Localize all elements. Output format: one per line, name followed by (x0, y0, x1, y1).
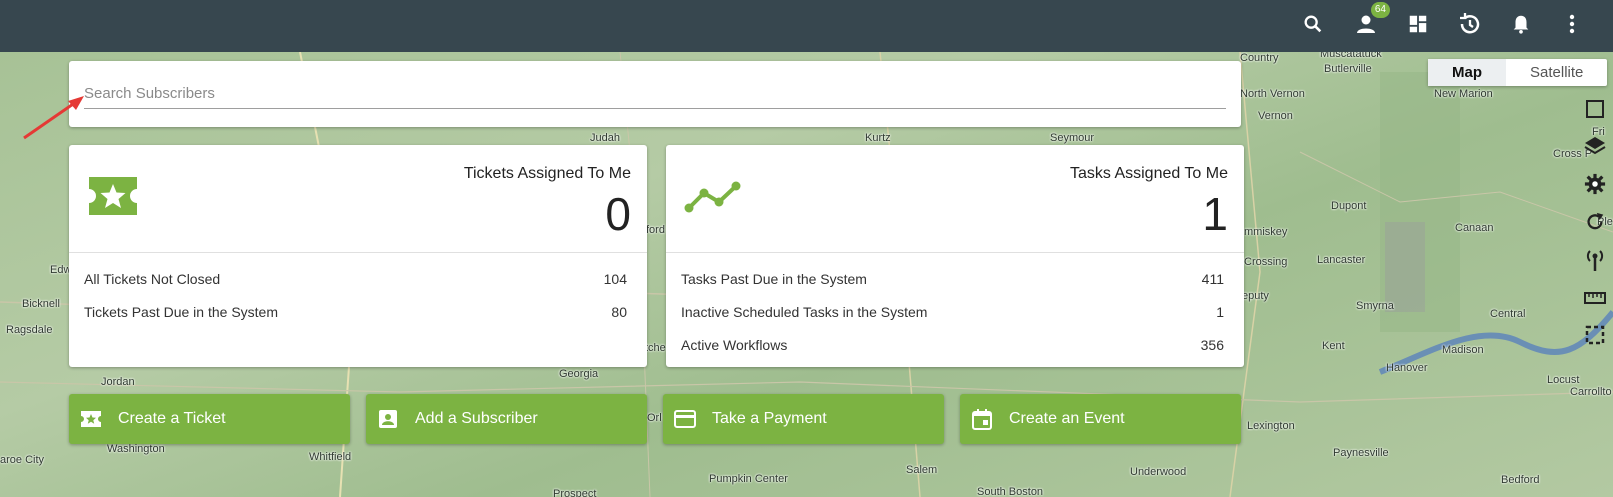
refresh-icon[interactable] (1582, 209, 1608, 235)
take-payment-button[interactable]: Take a Payment (663, 394, 944, 444)
stat-row[interactable]: Active Workflows 356 (666, 329, 1244, 362)
map-place-label: tche (645, 342, 666, 354)
map-place-label: Kent (1322, 340, 1345, 352)
map-place-label: aroe City (0, 454, 45, 466)
map-place-label: Hanover (1386, 362, 1428, 374)
map-place-label: Vernon (1258, 110, 1293, 122)
stat-row-label: All Tickets Not Closed (84, 271, 221, 287)
map-place-label: Washington (107, 443, 165, 455)
settings-icon[interactable] (1582, 171, 1608, 197)
history-icon[interactable] (1456, 10, 1484, 38)
map-place-label: ford (646, 224, 665, 236)
search-card (69, 61, 1241, 127)
map-place-label: Bedford (1501, 474, 1540, 486)
map-place-label: Pumpkin Center (709, 473, 788, 485)
search-input[interactable] (84, 79, 1226, 109)
select-area-icon[interactable] (1582, 322, 1608, 348)
account-icon[interactable]: 64 (1352, 2, 1390, 38)
map-place-label: Madison (1442, 344, 1484, 356)
map-place-label: Central (1490, 308, 1526, 320)
map-place-label: mmiskey (1244, 226, 1288, 238)
stat-row[interactable]: Tickets Past Due in the System 80 (69, 296, 647, 329)
tickets-assigned-count[interactable]: 0 (605, 187, 631, 241)
map-place-label: Smyrna (1356, 300, 1394, 312)
map-place-label: Prospect (553, 488, 597, 497)
stat-row[interactable]: All Tickets Not Closed 104 (69, 263, 647, 296)
map-place-label: Paynesville (1333, 447, 1389, 459)
ticket-star-icon (87, 175, 139, 222)
tasks-assigned-count[interactable]: 1 (1202, 187, 1228, 241)
antenna-icon[interactable] (1582, 247, 1608, 273)
map-type-map-button[interactable]: Map (1428, 59, 1506, 86)
tasks-card-title: Tasks Assigned To Me (1069, 165, 1228, 182)
bell-icon[interactable] (1507, 10, 1535, 38)
map-place-label: Salem (906, 464, 938, 476)
map-place-label: Orl (647, 412, 662, 424)
stat-row-value: 356 (1200, 337, 1224, 353)
stat-row-value: 1 (1216, 304, 1224, 320)
more-vert-icon[interactable] (1558, 10, 1586, 38)
stat-row[interactable]: Inactive Scheduled Tasks in the System 1 (666, 296, 1244, 329)
annotation-arrow (23, 96, 84, 140)
stat-row-label: Inactive Scheduled Tasks in the System (681, 304, 928, 320)
map-place-label: Whitfield (309, 451, 352, 463)
map-place-label: Jordan (101, 376, 135, 388)
calendar-icon (970, 407, 994, 431)
dashboard-icon[interactable] (1404, 10, 1432, 38)
map-place-label: Kurtz (865, 132, 891, 144)
stat-row-label: Tasks Past Due in the System (681, 271, 867, 287)
map-place-label: New Marion (1434, 88, 1493, 100)
map-place-label: Georgia (559, 368, 599, 380)
trending-line-icon (684, 181, 742, 218)
map-place-label: Crossing (1244, 256, 1288, 268)
add-subscriber-button[interactable]: Add a Subscriber (366, 394, 647, 444)
map-place-label: South Boston (977, 486, 1044, 497)
map-type-satellite-button[interactable]: Satellite (1506, 59, 1607, 86)
create-event-button[interactable]: Create an Event (960, 394, 1241, 444)
stat-row-value: 411 (1201, 271, 1224, 287)
create-ticket-label: Create a Ticket (118, 410, 226, 427)
tasks-card: Tasks Assigned To Me 1 Tasks Past Due in… (666, 145, 1244, 367)
create-ticket-button[interactable]: Create a Ticket (69, 394, 350, 444)
credit-card-icon (673, 407, 697, 431)
map-place-label: Lexington (1247, 420, 1295, 432)
search-icon[interactable] (1299, 10, 1327, 38)
layers-icon[interactable] (1582, 133, 1608, 159)
notification-count-badge: 64 (1370, 2, 1390, 18)
stat-row-label: Tickets Past Due in the System (84, 304, 278, 320)
map-place-label: North Vernon (1240, 88, 1305, 100)
map-type-toggle: Map Satellite (1428, 59, 1608, 86)
add-subscriber-label: Add a Subscriber (415, 410, 538, 427)
map-place-label: Judah (590, 132, 620, 144)
map-place-label: Locust (1547, 374, 1580, 386)
ticket-icon (79, 407, 103, 431)
map-place-label: Underwood (1130, 466, 1187, 478)
map-place-label: eputy (1242, 290, 1269, 302)
create-event-label: Create an Event (1009, 410, 1125, 427)
map-place-label: Lancaster (1317, 254, 1366, 266)
take-payment-label: Take a Payment (712, 410, 827, 427)
map-place-label: Butlerville (1324, 63, 1372, 75)
contact-card-icon (376, 407, 400, 431)
map-place-label: Carrollto (1570, 386, 1612, 398)
map-place-label: Ragsdale (6, 324, 53, 336)
stat-row[interactable]: Tasks Past Due in the System 411 (666, 263, 1244, 296)
stat-row-label: Active Workflows (681, 337, 788, 353)
top-app-bar: 64 (0, 0, 1613, 52)
map-place-label: Canaan (1455, 222, 1494, 234)
map-place-label: Muscatatuck (1320, 52, 1382, 60)
stat-row-value: 80 (611, 304, 627, 320)
tickets-card-title: Tickets Assigned To Me (463, 165, 631, 182)
map-place-label: Dupont (1331, 200, 1367, 212)
rectangle-icon[interactable] (1582, 96, 1608, 122)
ruler-icon[interactable] (1582, 285, 1608, 311)
map-place-label: Seymour (1050, 132, 1095, 144)
map-place-label: Country (1240, 52, 1279, 64)
map-place-label: Bicknell (22, 298, 60, 310)
stat-row-value: 104 (603, 271, 627, 287)
tickets-card: Tickets Assigned To Me 0 All Tickets Not… (69, 145, 647, 367)
